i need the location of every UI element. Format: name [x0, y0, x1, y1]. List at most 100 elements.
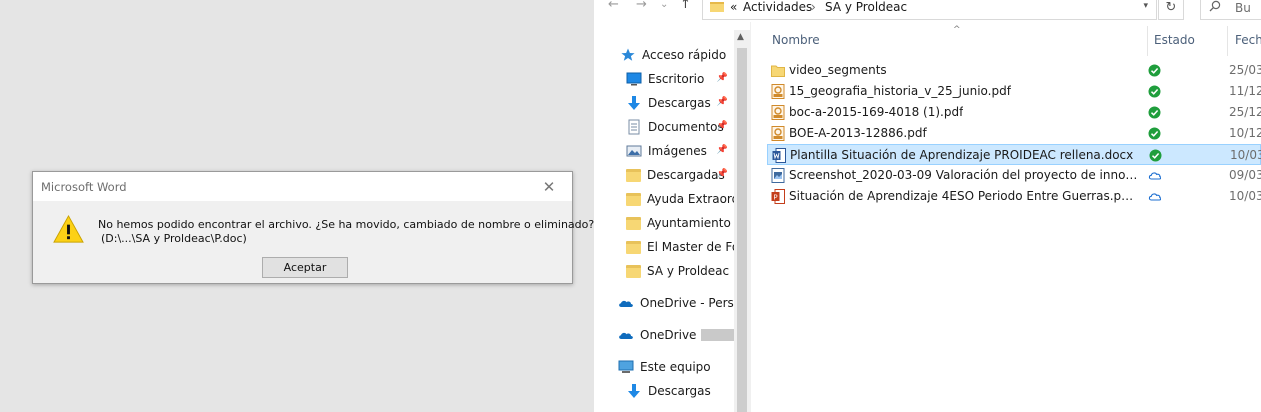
nav-item-pictures[interactable]: Imágenes 📌 — [626, 139, 734, 163]
folder-icon — [771, 63, 785, 78]
file-name: BOE-A-2013-12886.pdf — [789, 126, 927, 140]
file-list: ^ Nombre Estado Fecha video_segments 25/0… — [751, 22, 1261, 412]
address-bar[interactable]: « Actividades › SA y Proldeac ▾ — [702, 0, 1157, 20]
file-name: Screenshot_2020-03-09 Valoración del pro… — [789, 168, 1139, 182]
nav-item-label: OneDrive - — [640, 328, 700, 342]
nav-item-documents[interactable]: Documentos 📌 — [626, 115, 734, 139]
file-row[interactable]: Plantilla Situación de Aprendizaje PROID… — [767, 144, 1261, 165]
nav-item-quick-access[interactable]: Acceso rápido — [620, 43, 750, 67]
nav-item-this-pc[interactable]: Este equipo — [618, 355, 734, 379]
folder-icon — [626, 169, 641, 182]
nav-item-folder-master[interactable]: El Master de Fori — [626, 235, 734, 259]
dialog-body: No hemos podido encontrar el archivo. ¿S… — [33, 201, 594, 283]
pictures-icon — [626, 145, 642, 157]
nav-item-onedrive-personal[interactable]: OneDrive - Persor — [618, 291, 734, 315]
powerpoint-file-icon: P — [771, 189, 785, 204]
file-row[interactable]: boc-a-2015-169-4018 (1).pdf 25/12 — [767, 102, 1261, 123]
dialog-titlebar[interactable]: Microsoft Word ✕ — [33, 172, 572, 201]
file-name: Plantilla Situación de Aprendizaje PROID… — [790, 148, 1134, 162]
column-separator[interactable] — [1227, 26, 1228, 56]
nav-item-label: Imágenes — [648, 144, 707, 158]
file-row[interactable]: video_segments 25/03 — [767, 60, 1261, 81]
nav-item-label: Ayuda Extraordi — [647, 192, 734, 206]
download-icon — [628, 96, 640, 110]
search-input[interactable]: Bu — [1200, 0, 1261, 20]
nav-item-folder-descargadas[interactable]: Descargadas 📌 — [626, 163, 734, 187]
address-bar-row: ← → ⌄ ↑ « Actividades › SA y Proldeac ▾ … — [594, 0, 1261, 22]
pin-icon[interactable]: 📌 — [717, 97, 728, 107]
nav-item-label: Documentos — [648, 120, 724, 134]
nav-item-onedrive-org[interactable]: OneDrive - — [618, 323, 734, 347]
folder-icon — [626, 241, 641, 254]
up-arrow-icon[interactable]: ↑ — [680, 0, 691, 14]
pin-icon[interactable]: 📌 — [717, 73, 728, 83]
nav-item-label: El Master de Fori — [647, 240, 734, 254]
nav-item-label: Escritorio — [648, 72, 705, 86]
breadcrumb-actividades[interactable]: Actividades — [743, 0, 812, 14]
nav-item-downloads[interactable]: Descargas 📌 — [626, 91, 734, 115]
synced-check-icon — [1148, 85, 1161, 98]
recent-dropdown-icon[interactable]: ⌄ — [660, 0, 668, 14]
nav-item-label: Descargas — [648, 384, 711, 398]
file-name: boc-a-2015-169-4018 (1).pdf — [789, 105, 964, 119]
file-row[interactable]: Screenshot_2020-03-09 Valoración del pro… — [767, 165, 1261, 186]
folder-icon — [626, 217, 641, 230]
dialog-title: Microsoft Word — [41, 180, 127, 194]
synced-check-icon — [1148, 127, 1161, 140]
accept-button[interactable]: Aceptar — [262, 257, 348, 278]
nav-item-label: OneDrive - Persor — [640, 296, 734, 310]
breadcrumb-overflow[interactable]: « — [730, 0, 737, 14]
file-date: 25/03 — [1229, 63, 1261, 77]
nav-item-folder-ayuda[interactable]: Ayuda Extraordi — [626, 187, 734, 211]
file-row[interactable]: 15_geografia_historia_v_25_junio.pdf 11/1… — [767, 81, 1261, 102]
nav-item-folder-ayuntamiento[interactable]: Ayuntamiento Te — [626, 211, 734, 235]
navigation-pane: Acceso rápido Escritorio 📌 Descargas 📌 D… — [594, 30, 750, 412]
pin-icon[interactable]: 📌 — [717, 121, 728, 131]
nav-item-label: Ayuntamiento Te — [647, 216, 734, 230]
nav-item-pc-downloads[interactable]: Descargas — [626, 379, 734, 403]
pin-icon[interactable]: 📌 — [717, 169, 728, 179]
word-file-icon — [772, 148, 786, 163]
scrollbar-thumb[interactable] — [737, 48, 747, 412]
column-separator[interactable] — [1147, 26, 1148, 56]
redacted-block — [701, 329, 734, 341]
onedrive-icon — [619, 300, 633, 307]
file-row[interactable]: BOE-A-2013-12886.pdf 10/12 — [767, 123, 1261, 144]
scroll-up-icon[interactable]: ▲ — [737, 32, 744, 42]
refresh-button[interactable]: ↻ — [1158, 0, 1184, 20]
pdf-file-icon — [771, 126, 785, 141]
nav-item-label: Acceso rápido — [642, 48, 727, 62]
file-row[interactable]: P Situación de Aprendizaje 4ESO Periodo E… — [767, 186, 1261, 207]
nav-item-folder-sa-proldeac[interactable]: SA y Proldeac — [626, 259, 734, 283]
synced-check-icon — [1149, 149, 1162, 162]
image-file-icon — [771, 168, 785, 183]
column-header-name[interactable]: Nombre — [772, 33, 820, 47]
error-dialog: Microsoft Word ✕ No hemos podido encontr… — [32, 171, 594, 284]
documents-icon — [628, 119, 640, 135]
synced-check-icon — [1148, 64, 1161, 77]
nav-scrollbar[interactable]: ▲ — [734, 30, 750, 412]
chevron-down-icon[interactable]: ▾ — [1143, 1, 1148, 11]
dialog-message-text: No hemos podido encontrar el archivo. ¿S… — [98, 218, 595, 231]
nav-item-label: Descargas — [648, 96, 711, 110]
file-date: 10/03 — [1229, 189, 1261, 203]
column-header-date[interactable]: Fecha — [1235, 33, 1261, 47]
file-date: 11/12 — [1229, 84, 1261, 98]
forward-arrow-icon[interactable]: → — [636, 0, 647, 14]
breadcrumb-current[interactable]: SA y Proldeac — [825, 0, 907, 14]
nav-item-label: Descargadas — [647, 168, 725, 182]
pdf-file-icon — [771, 84, 785, 99]
dialog-message: No hemos podido encontrar el archivo. ¿S… — [98, 218, 594, 246]
column-header-status[interactable]: Estado — [1154, 33, 1195, 47]
search-icon — [1209, 0, 1221, 12]
breadcrumb-separator: › — [811, 0, 816, 14]
nav-item-desktop[interactable]: Escritorio 📌 — [626, 67, 734, 91]
pdf-file-icon — [771, 105, 785, 120]
back-arrow-icon[interactable]: ← — [608, 0, 619, 14]
close-icon[interactable]: ✕ — [526, 172, 572, 201]
dialog-file-path: (D:\...\SA y Proldeac\P.doc) — [101, 232, 247, 245]
nav-item-label: SA y Proldeac — [647, 264, 730, 278]
star-icon — [621, 48, 635, 61]
pin-icon[interactable]: 📌 — [717, 145, 728, 155]
onedrive-icon — [619, 332, 633, 339]
